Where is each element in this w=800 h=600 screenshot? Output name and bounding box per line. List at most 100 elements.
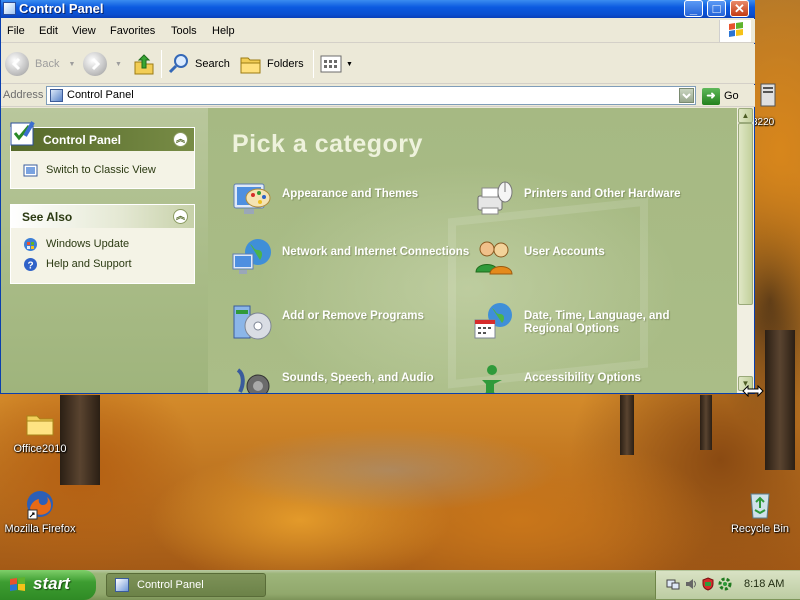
search-icon bbox=[168, 54, 188, 74]
tray-security-icon[interactable] bbox=[701, 577, 715, 591]
control-panel-box-header[interactable]: Control Panel ︽ bbox=[10, 121, 194, 151]
sounds-speech-audio-label: Sounds, Speech, and Audio bbox=[282, 372, 434, 384]
menu-help[interactable]: Help bbox=[212, 25, 235, 37]
category-accessibility[interactable]: Accessibility Options bbox=[472, 362, 714, 393]
up-folder-icon bbox=[134, 54, 154, 75]
collapse-icon[interactable]: ︽ bbox=[173, 132, 188, 147]
taskbar-button-control-panel[interactable]: Control Panel bbox=[106, 573, 266, 597]
desktop-icon-3220[interactable]: 3220 bbox=[752, 82, 800, 128]
address-bar: Address Control Panel ➜ Go bbox=[1, 85, 755, 107]
windows-update-link[interactable]: Windows Update bbox=[11, 234, 194, 254]
desktop-icon-label: Recycle Bin bbox=[730, 523, 790, 535]
category-sounds-speech-audio[interactable]: Sounds, Speech, and Audio bbox=[230, 362, 472, 393]
category-date-time-regional[interactable]: Date, Time, Language, and Regional Optio… bbox=[472, 300, 714, 344]
desktop-icon-recycle-bin[interactable]: Recycle Bin bbox=[720, 488, 800, 535]
tray-network-icon[interactable] bbox=[666, 577, 680, 591]
back-dropdown-icon[interactable]: ▼ bbox=[68, 61, 75, 68]
forward-arrow-icon bbox=[83, 52, 107, 76]
date-time-icon bbox=[472, 300, 516, 344]
search-button[interactable]: Search bbox=[167, 50, 230, 78]
user-accounts-label: User Accounts bbox=[524, 246, 605, 258]
address-dropdown-button[interactable] bbox=[679, 88, 694, 103]
go-arrow-icon: ➜ bbox=[702, 87, 720, 105]
classic-view-icon bbox=[23, 164, 38, 177]
sounds-icon bbox=[230, 362, 274, 393]
desktop-icon-label: Mozilla Firefox bbox=[4, 523, 76, 535]
svg-text:?: ? bbox=[27, 261, 33, 272]
go-button[interactable]: ➜ Go bbox=[702, 87, 739, 105]
control-panel-icon bbox=[3, 2, 16, 15]
address-value: Control Panel bbox=[67, 89, 134, 101]
task-pane: Control Panel ︽ Switch to Classic View S… bbox=[1, 108, 208, 393]
appearance-themes-label: Appearance and Themes bbox=[282, 188, 419, 200]
appearance-themes-icon bbox=[230, 178, 274, 222]
date-time-regional-label: Date, Time, Language, and Regional Optio… bbox=[524, 310, 670, 335]
help-and-support-link[interactable]: ? Help and Support bbox=[11, 254, 194, 274]
control-panel-box: Control Panel ︽ Switch to Classic View bbox=[10, 121, 195, 189]
start-button[interactable]: start bbox=[0, 570, 96, 600]
category-user-accounts[interactable]: User Accounts bbox=[472, 236, 714, 280]
windows-update-label: Windows Update bbox=[46, 238, 130, 250]
title-bar[interactable]: Control Panel _ □ ✕ bbox=[1, 0, 755, 18]
see-also-title: See Also bbox=[22, 210, 73, 224]
search-label: Search bbox=[195, 58, 230, 70]
accessibility-label: Accessibility Options bbox=[524, 372, 641, 384]
windows-logo-icon bbox=[719, 20, 751, 42]
desktop-icon-label: Office2010 bbox=[13, 443, 67, 455]
menu-edit[interactable]: Edit bbox=[39, 25, 58, 37]
address-field[interactable]: Control Panel bbox=[46, 86, 696, 105]
vertical-scrollbar[interactable]: ▲ ▼ bbox=[737, 108, 754, 393]
menu-bar: File Edit View Favorites Tools Help bbox=[1, 19, 755, 43]
tray-update-icon[interactable] bbox=[718, 577, 732, 591]
menu-favorites[interactable]: Favorites bbox=[110, 25, 155, 37]
views-icon bbox=[320, 55, 342, 73]
user-accounts-icon bbox=[472, 236, 516, 280]
control-panel-icon bbox=[115, 578, 129, 592]
category-network-internet[interactable]: Network and Internet Connections bbox=[230, 236, 472, 280]
desktop-icon-office2010[interactable]: Office2010 bbox=[0, 408, 80, 455]
folders-label: Folders bbox=[267, 58, 304, 70]
menu-view[interactable]: View bbox=[72, 25, 96, 37]
see-also-header[interactable]: See Also ︽ bbox=[11, 205, 194, 228]
maximize-button[interactable]: □ bbox=[707, 0, 726, 17]
menu-tools[interactable]: Tools bbox=[171, 25, 197, 37]
back-arrow-icon bbox=[5, 52, 29, 76]
minimize-button[interactable]: _ bbox=[684, 0, 703, 17]
help-and-support-label: Help and Support bbox=[46, 258, 132, 270]
category-printers-hardware[interactable]: Printers and Other Hardware bbox=[472, 178, 714, 222]
taskbar: start Control Panel 8:18 AM bbox=[0, 570, 800, 600]
tree-trunk bbox=[700, 395, 712, 450]
add-remove-programs-icon bbox=[230, 300, 274, 344]
accessibility-icon bbox=[472, 362, 516, 393]
control-panel-window: Control Panel _ □ ✕ File Edit View Favor… bbox=[0, 0, 755, 394]
tray-volume-icon[interactable] bbox=[684, 577, 698, 591]
back-button[interactable]: Back ▼ bbox=[5, 50, 75, 78]
desktop-icon-firefox[interactable]: Mozilla Firefox bbox=[0, 488, 80, 535]
control-panel-box-title: Control Panel bbox=[43, 133, 122, 147]
menu-file[interactable]: File bbox=[7, 25, 25, 37]
views-button[interactable]: ▼ bbox=[319, 50, 353, 78]
switch-classic-view-link[interactable]: Switch to Classic View bbox=[11, 160, 194, 180]
folders-button[interactable]: Folders bbox=[239, 50, 304, 78]
up-folder-button[interactable] bbox=[133, 50, 155, 78]
folders-icon bbox=[240, 57, 261, 74]
category-appearance-themes[interactable]: Appearance and Themes bbox=[230, 178, 472, 222]
tree-trunk bbox=[765, 330, 795, 470]
recycle-bin-icon bbox=[744, 488, 776, 520]
watermark-graphic bbox=[448, 197, 648, 389]
scroll-thumb[interactable] bbox=[738, 123, 753, 305]
forward-dropdown-icon[interactable]: ▼ bbox=[115, 61, 122, 68]
page-title: Pick a category bbox=[232, 130, 423, 158]
windows-update-icon bbox=[24, 238, 37, 251]
collapse-icon[interactable]: ︽ bbox=[173, 209, 188, 224]
close-button[interactable]: ✕ bbox=[730, 0, 749, 17]
scroll-up-button[interactable]: ▲ bbox=[738, 108, 753, 123]
forward-button[interactable]: ▼ bbox=[83, 50, 122, 78]
network-internet-label: Network and Internet Connections bbox=[282, 246, 470, 258]
folder-icon bbox=[24, 408, 56, 440]
desktop-icon-label: 3220 bbox=[752, 117, 775, 128]
go-label: Go bbox=[724, 90, 739, 102]
printers-hardware-label: Printers and Other Hardware bbox=[524, 188, 681, 200]
clock[interactable]: 8:18 AM bbox=[744, 578, 784, 590]
category-add-remove-programs[interactable]: Add or Remove Programs bbox=[230, 300, 472, 344]
